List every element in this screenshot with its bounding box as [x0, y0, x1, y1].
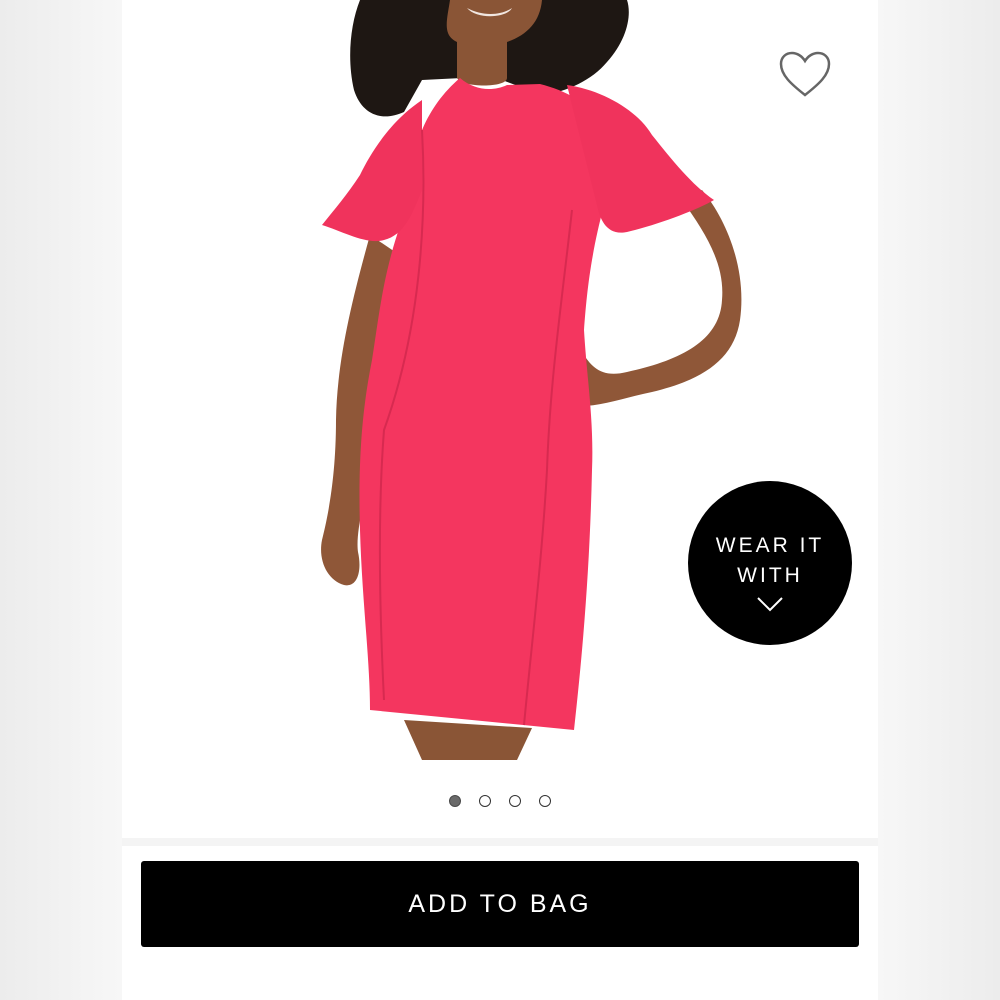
- section-divider: [122, 838, 878, 846]
- product-page: WEAR IT WITH ADD TO BAG: [122, 0, 878, 1000]
- product-image[interactable]: [122, 0, 878, 838]
- wear-it-with-label: WEAR IT WITH: [715, 534, 825, 587]
- chevron-down-icon: [757, 597, 783, 612]
- add-to-bag-button[interactable]: ADD TO BAG: [141, 861, 859, 947]
- carousel-dot-4[interactable]: [539, 795, 551, 807]
- carousel-pagination: [122, 792, 878, 810]
- carousel-dot-2[interactable]: [479, 795, 491, 807]
- wear-it-with-button[interactable]: WEAR IT WITH: [688, 481, 852, 645]
- wishlist-heart-icon[interactable]: [777, 50, 833, 100]
- model-illustration: [321, 0, 742, 760]
- carousel-dot-1[interactable]: [449, 795, 461, 807]
- carousel-dot-3[interactable]: [509, 795, 521, 807]
